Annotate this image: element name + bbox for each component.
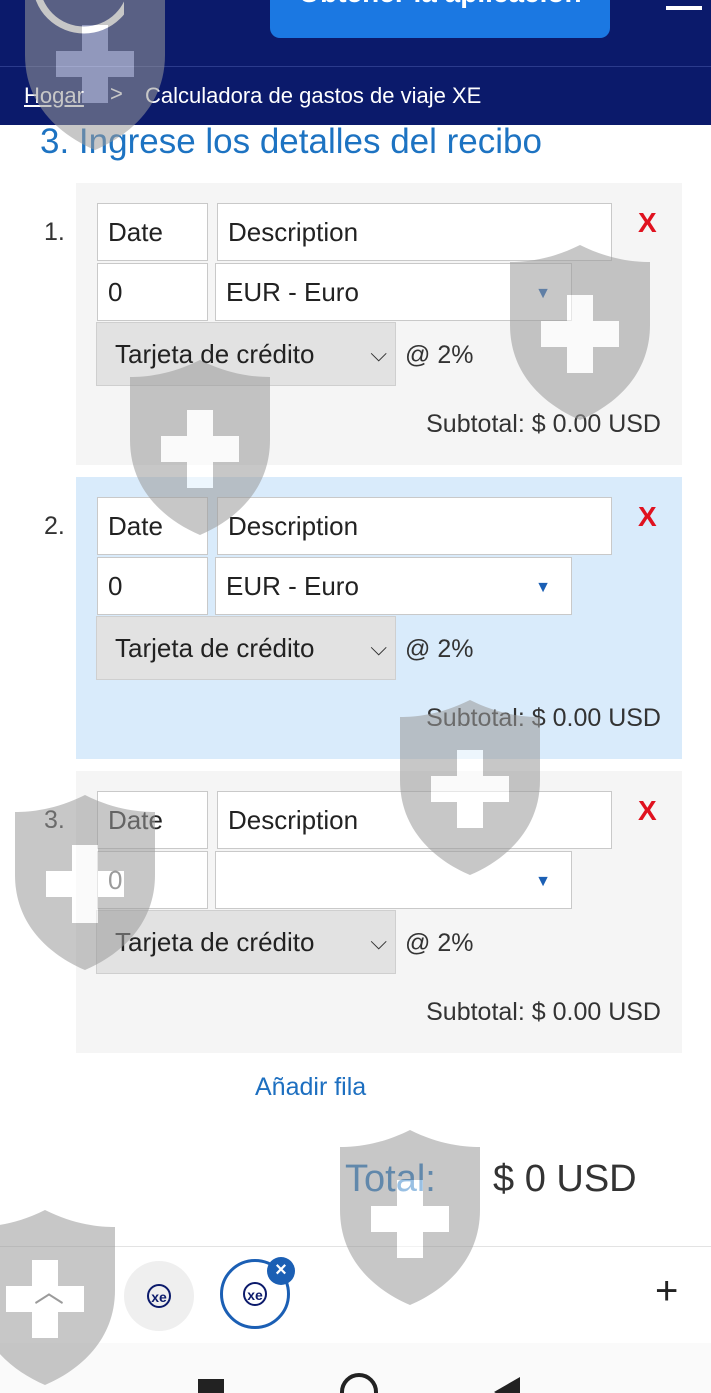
add-row-link[interactable]: Añadir fila [255,1073,366,1102]
date-input[interactable]: Date [97,497,208,555]
breadcrumb-separator-icon: > [110,81,123,106]
section-title: 3. Ingrese los detalles del recibo [40,122,542,161]
date-input[interactable]: Date [97,791,208,849]
receipt-row-number: 1. [44,218,65,246]
breadcrumb: Hogar > Calculadora de gastos de viaje X… [0,66,711,125]
menu-icon[interactable] [666,6,702,10]
chevron-down-icon: ⌵ [370,929,387,954]
recent-apps-icon[interactable] [198,1379,224,1393]
amount-input[interactable]: 0 [97,263,208,321]
payment-method-value: Tarjeta de crédito [115,633,315,663]
total-label: Total: [345,1158,436,1200]
xe-tab-icon: xe [147,1284,171,1308]
browser-tab[interactable]: xe [124,1261,194,1331]
description-input[interactable]: Description [217,791,612,849]
breadcrumb-home-link[interactable]: Hogar [24,83,84,109]
subtotal-label: Subtotal: $ 0.00 USD [426,704,661,732]
total-value: $ 0 USD [493,1158,637,1200]
delete-row-button[interactable]: X [638,795,657,827]
subtotal-label: Subtotal: $ 0.00 USD [426,998,661,1026]
chevron-up-icon[interactable]: ︿ [34,1267,64,1311]
chevron-down-icon: ⌵ [370,341,387,366]
amount-input[interactable]: 0 [97,851,208,909]
caret-down-icon: ▼ [535,579,551,596]
xe-logo-icon[interactable]: XE [14,0,124,40]
caret-down-icon: ▼ [535,873,551,890]
home-icon[interactable] [340,1373,378,1393]
top-header: XE Obtener la aplicación [0,0,711,66]
date-input[interactable]: Date [97,203,208,261]
get-app-button[interactable]: Obtener la aplicación [270,0,610,38]
logo-text: XE [24,0,88,1]
rate-label: @ 2% [405,929,474,957]
caret-down-icon: ▼ [535,285,551,302]
system-nav-bar [0,1343,711,1393]
breadcrumb-current: Calculadora de gastos de viaje XE [145,83,482,108]
currency-value: EUR - Euro [226,571,359,601]
rate-label: @ 2% [405,635,474,663]
new-tab-icon[interactable]: + [655,1269,678,1314]
amount-input[interactable]: 0 [97,557,208,615]
xe-tab-icon: xe [243,1282,267,1306]
delete-row-button[interactable]: X [638,207,657,239]
payment-method-select[interactable]: Tarjeta de crédito ⌵ [96,910,396,974]
receipt-row-number: 2. [44,512,65,540]
chevron-down-icon: ⌵ [370,635,387,660]
description-input[interactable]: Description [217,203,612,261]
payment-method-select[interactable]: Tarjeta de crédito ⌵ [96,616,396,680]
description-input[interactable]: Description [217,497,612,555]
back-icon[interactable] [494,1377,520,1393]
payment-method-value: Tarjeta de crédito [115,339,315,369]
currency-select[interactable]: EUR - Euro ▼ [215,263,572,321]
receipt-row-number: 3. [44,806,65,834]
subtotal-label: Subtotal: $ 0.00 USD [426,410,661,438]
currency-value: EUR - Euro [226,277,359,307]
currency-select[interactable]: EUR - Euro ▼ [215,557,572,615]
browser-tab-bar: ︿ xe xe × + [0,1246,711,1344]
rate-label: @ 2% [405,341,474,369]
delete-row-button[interactable]: X [638,501,657,533]
payment-method-value: Tarjeta de crédito [115,927,315,957]
payment-method-select[interactable]: Tarjeta de crédito ⌵ [96,322,396,386]
close-tab-icon[interactable]: × [267,1257,295,1285]
currency-select[interactable]: ▼ [215,851,572,909]
